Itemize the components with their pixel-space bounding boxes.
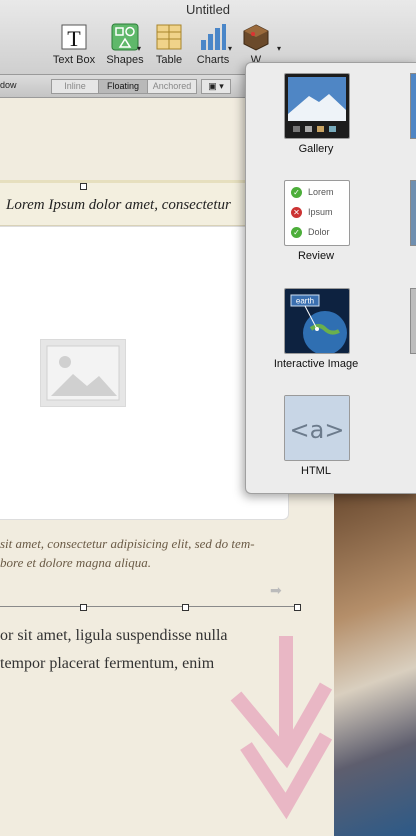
widgets-icon <box>243 24 269 51</box>
widgets-button[interactable]: W <box>236 22 276 66</box>
image-caption: sit amet, consectetur adipisicing elit, … <box>0 536 255 570</box>
window-title: Untitled <box>185 2 231 17</box>
charts-icon <box>201 24 226 50</box>
widget-gallery[interactable]: Gallery <box>266 73 366 173</box>
shapes-icon <box>111 23 139 51</box>
painting-image[interactable] <box>334 490 416 836</box>
selection-handle[interactable] <box>80 183 87 190</box>
widget-interactive-image[interactable]: earth Interactive Image <box>266 288 366 388</box>
gallery-icon <box>284 73 350 139</box>
check-icon: ✓ <box>291 227 302 239</box>
widgets-popover: Gallery ✓ Lorem ✕ Ipsum ✓ Dolor Review eart… <box>245 62 416 494</box>
banner-text: Lorem Ipsum dolor amet, consectetur <box>6 197 231 213</box>
widget-partial-thumbnail[interactable] <box>410 73 416 139</box>
wrap-inline-button[interactable]: Inline <box>51 79 99 94</box>
shapes-dropdown-icon[interactable]: ▾ <box>137 44 141 53</box>
html-icon: <a> <box>284 395 350 461</box>
widget-partial-thumbnail[interactable] <box>410 180 416 246</box>
widget-html[interactable]: <a> HTML <box>266 395 366 495</box>
text-box-button[interactable]: T Text Box <box>48 22 100 66</box>
selection-handle[interactable] <box>80 604 87 611</box>
image-placeholder-icon <box>40 339 126 407</box>
charts-dropdown-icon[interactable]: ▾ <box>228 44 232 53</box>
decorative-arrows-graphic <box>230 636 333 820</box>
table-icon <box>156 24 182 50</box>
widgets-dropdown-icon[interactable]: ▾ <box>277 44 281 53</box>
wrap-floating-button[interactable]: Floating <box>98 79 148 94</box>
selection-handle[interactable] <box>182 604 189 611</box>
svg-text:earth: earth <box>296 297 314 306</box>
wrap-options-dropdown[interactable]: ▣ ▾ <box>201 79 231 94</box>
text-box-icon: T <box>61 24 87 51</box>
interactive-image-icon: earth <box>284 288 350 354</box>
widget-review[interactable]: ✓ Lorem ✕ Ipsum ✓ Dolor Review <box>266 180 366 280</box>
format-bar-label: dow <box>0 80 17 90</box>
svg-text:<a>: <a> <box>290 416 345 444</box>
wrap-anchored-button[interactable]: Anchored <box>147 79 197 94</box>
cross-icon: ✕ <box>291 207 302 219</box>
widget-partial-thumbnail[interactable] <box>410 288 416 354</box>
svg-text:T: T <box>67 26 81 51</box>
check-icon: ✓ <box>291 187 302 199</box>
review-icon: ✓ Lorem ✕ Ipsum ✓ Dolor <box>284 180 350 246</box>
